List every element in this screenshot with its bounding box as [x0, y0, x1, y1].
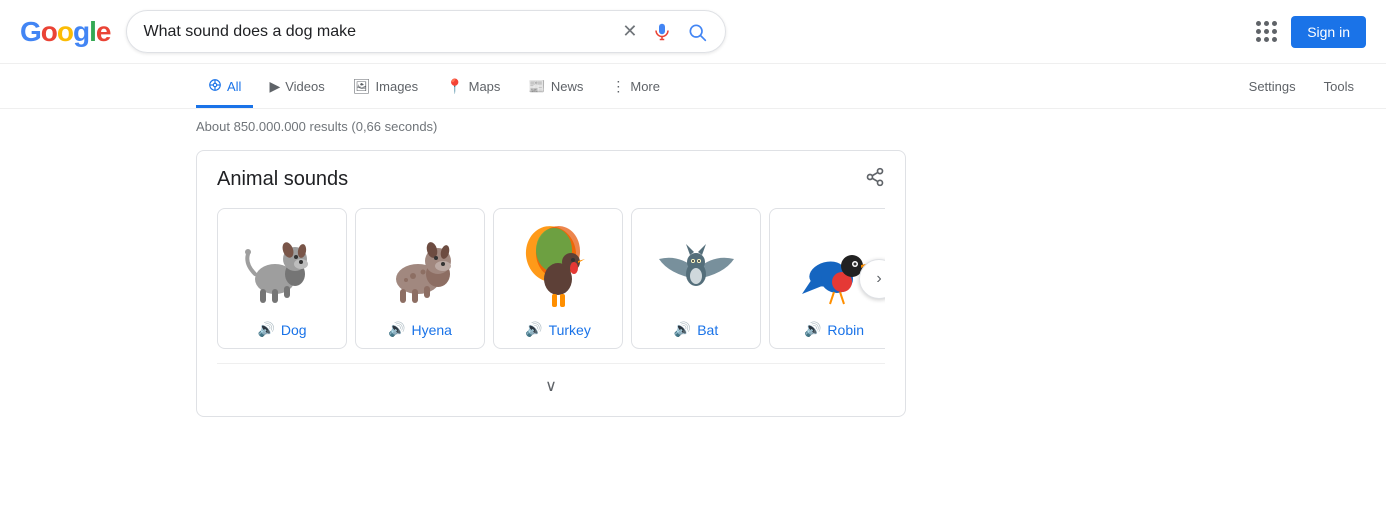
dog-sound-icon: 🔊 [257, 321, 274, 338]
sign-in-button[interactable]: Sign in [1291, 16, 1366, 48]
apps-grid-icon [1256, 21, 1277, 42]
nav-right: Settings Tools [1237, 69, 1366, 107]
clear-button[interactable]: ✕ [620, 19, 639, 44]
google-logo[interactable]: Google [20, 16, 110, 48]
tab-maps-label: Maps [469, 79, 501, 94]
tab-images[interactable]: 🖼 Images [341, 68, 430, 108]
hyena-sound-icon: 🔊 [388, 321, 405, 338]
turkey-sound-icon: 🔊 [525, 321, 542, 338]
search-icons: ✕ [620, 19, 709, 44]
tab-all[interactable]: All [196, 68, 253, 108]
share-button[interactable] [865, 167, 885, 192]
images-icon: 🖼 [353, 78, 371, 95]
tab-news[interactable]: 📰 News [516, 68, 595, 108]
animal-card-bat[interactable]: 🔊 Bat [631, 208, 761, 349]
tools-button[interactable]: Tools [1312, 69, 1366, 107]
header: Google ✕ [0, 0, 1386, 64]
dog-name: Dog [281, 322, 307, 338]
tab-all-label: All [227, 79, 241, 94]
animal-card-hyena[interactable]: 🔊 Hyena [355, 208, 485, 349]
tab-videos[interactable]: ▶ Videos [257, 68, 336, 108]
robin-label: 🔊 Robin [804, 321, 864, 338]
more-icon: ⋮ [611, 78, 625, 95]
robin-sound-icon: 🔊 [804, 321, 821, 338]
header-right: Sign in [1254, 16, 1366, 48]
bat-name: Bat [697, 322, 718, 338]
animals-carousel: 🔊 Dog [217, 208, 885, 349]
turkey-image [513, 221, 603, 311]
animal-card-turkey[interactable]: 🔊 Turkey [493, 208, 623, 349]
news-icon: 📰 [528, 78, 545, 95]
card-title: Animal sounds [217, 168, 348, 191]
apps-button[interactable] [1254, 19, 1279, 44]
tab-more-label: More [630, 79, 660, 94]
all-icon [208, 78, 222, 95]
voice-search-button[interactable] [651, 21, 673, 43]
main-content: Animal sounds [0, 140, 1386, 427]
search-bar: ✕ [126, 10, 726, 53]
search-input[interactable] [143, 23, 610, 41]
bat-image [651, 221, 741, 311]
dog-image [237, 221, 327, 311]
dog-label: 🔊 Dog [257, 321, 306, 338]
hyena-label: 🔊 Hyena [388, 321, 452, 338]
bat-sound-icon: 🔊 [674, 321, 691, 338]
bat-label: 🔊 Bat [674, 321, 718, 338]
turkey-label: 🔊 Turkey [525, 321, 591, 338]
search-button[interactable] [685, 20, 709, 44]
tab-videos-label: Videos [285, 79, 325, 94]
tab-news-label: News [551, 79, 584, 94]
robin-name: Robin [827, 322, 864, 338]
turkey-name: Turkey [549, 322, 591, 338]
animal-card-dog[interactable]: 🔊 Dog [217, 208, 347, 349]
tab-more[interactable]: ⋮ More [599, 68, 672, 108]
search-tabs: All ▶ Videos 🖼 Images 📍 Maps 📰 News ⋮ Mo… [0, 64, 1386, 109]
hyena-image [375, 221, 465, 311]
maps-icon: 📍 [446, 78, 463, 95]
videos-icon: ▶ [269, 78, 280, 95]
settings-button[interactable]: Settings [1237, 69, 1308, 107]
expand-icon: ∨ [545, 376, 557, 396]
results-count: About 850.000.000 results (0,66 seconds) [0, 109, 1386, 140]
hyena-name: Hyena [411, 322, 451, 338]
tab-maps[interactable]: 📍 Maps [434, 68, 512, 108]
card-header: Animal sounds [217, 167, 885, 192]
tab-images-label: Images [376, 79, 419, 94]
knowledge-card: Animal sounds [196, 150, 906, 417]
expand-button[interactable]: ∨ [217, 363, 885, 400]
